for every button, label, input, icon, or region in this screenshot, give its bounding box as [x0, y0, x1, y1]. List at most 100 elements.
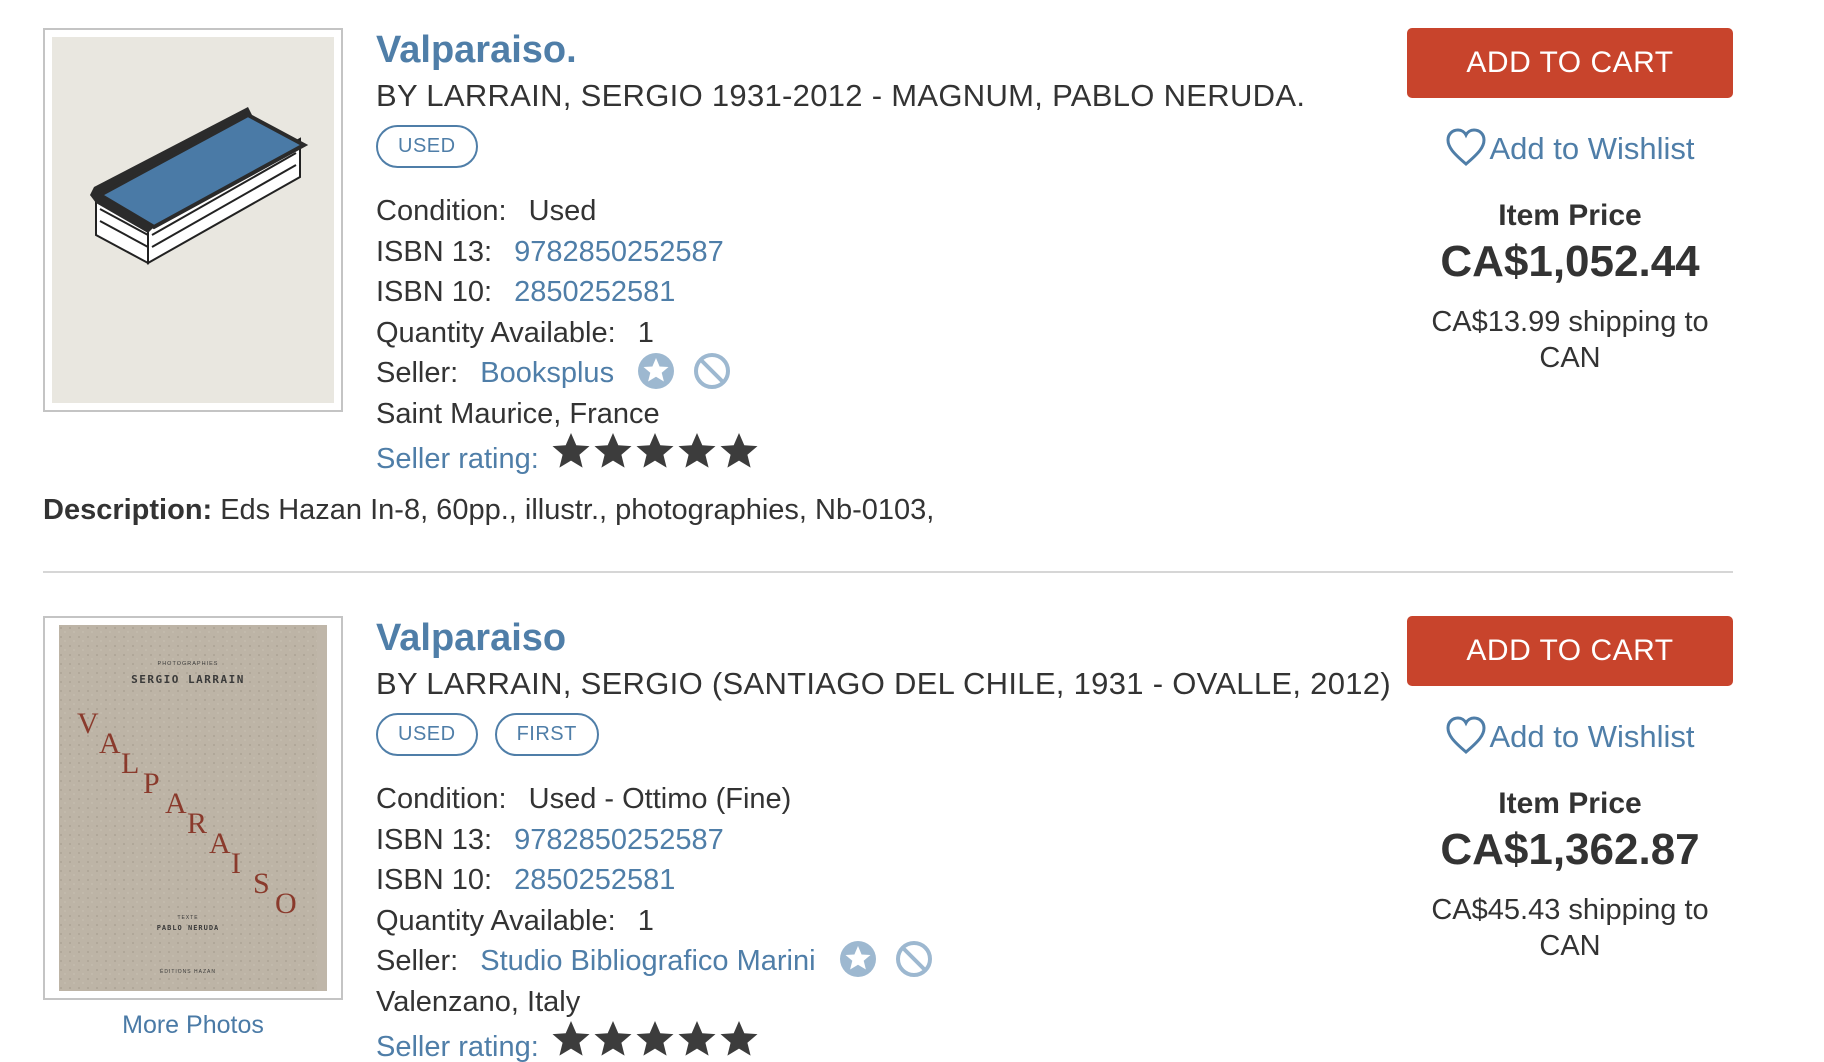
condition-row: Condition: Used [376, 191, 1406, 232]
quantity-value: 1 [637, 316, 654, 349]
wishlist-label: Add to Wishlist [1489, 719, 1695, 754]
wishlist-label: Add to Wishlist [1489, 131, 1695, 166]
tag-first: FIRST [494, 713, 599, 756]
shipping-info: CA$13.99 shipping to CAN [1407, 304, 1733, 376]
star-icon [678, 1020, 716, 1056]
star-icon [552, 432, 590, 468]
condition-row: Condition: Used - Ottimo (Fine) [376, 779, 1406, 820]
cover-poet: PABLO NERUDA [157, 924, 220, 932]
book-cover-photo: PHOTOGRAPHIES SERGIO LARRAIN VALPARAISO … [59, 625, 327, 991]
purchase-panel: ADD TO CART Add to Wishlist Item Price C… [1407, 28, 1733, 376]
shipping-info: CA$45.43 shipping to CAN [1407, 892, 1733, 964]
condition-label: Condition: [376, 783, 507, 815]
quantity-label: Quantity Available: [376, 316, 616, 349]
seller-rating-link[interactable]: Seller rating: [376, 443, 539, 475]
isbn13-row: ISBN 13: 9782850252587 [376, 232, 1406, 273]
favorite-seller-icon[interactable] [636, 351, 676, 391]
isbn10-label: ISBN 10: [376, 864, 493, 896]
more-photos-link[interactable]: More Photos [43, 1011, 343, 1040]
condition-label: Condition: [376, 195, 507, 227]
isbn13-label: ISBN 13: [376, 823, 493, 856]
add-to-wishlist-link[interactable]: Add to Wishlist [1407, 714, 1733, 760]
isbn13-link[interactable]: 9782850252587 [514, 236, 724, 268]
seller-link[interactable]: Studio Bibliografico Marini [480, 945, 815, 977]
star-icon [594, 432, 632, 468]
cover-author: SERGIO LARRAIN [131, 673, 245, 686]
seller-rating-stars [551, 1019, 761, 1062]
purchase-panel: ADD TO CART Add to Wishlist Item Price C… [1407, 616, 1733, 964]
cover-title-letter: P [143, 767, 160, 800]
cover-title-letter: I [231, 847, 241, 880]
book-title-link[interactable]: Valparaiso [376, 616, 566, 660]
tag-list: USED [376, 125, 1406, 171]
book-thumbnail[interactable]: PHOTOGRAPHIES SERGIO LARRAIN VALPARAISO … [43, 616, 343, 1000]
book-thumbnail[interactable] [43, 28, 343, 412]
isbn10-link[interactable]: 2850252581 [514, 864, 675, 896]
seller-row: Seller: Studio Bibliografico Marini [376, 941, 1406, 982]
star-icon [594, 1020, 632, 1056]
item-price-label: Item Price [1498, 199, 1642, 232]
item-price: CA$1,052.44 [1440, 237, 1700, 286]
star-icon [720, 1020, 758, 1056]
favorite-seller-icon[interactable] [838, 939, 878, 979]
add-to-wishlist-link[interactable]: Add to Wishlist [1407, 126, 1733, 172]
shipping-destination: CAN [1539, 930, 1601, 962]
book-title-link[interactable]: Valparaiso. [376, 28, 577, 72]
shipping-destination: CAN [1539, 342, 1601, 374]
add-to-cart-button[interactable]: ADD TO CART [1407, 616, 1733, 686]
seller-rating-row: Seller rating: [376, 1020, 1406, 1062]
isbn10-row: ISBN 10: 2850252581 [376, 272, 1406, 313]
cover-title-letter: A [209, 827, 231, 860]
book-author: BY LARRAIN, SERGIO 1931-2012 - MAGNUM, P… [376, 78, 1306, 113]
tag-used: USED [376, 713, 478, 756]
quantity-row: Quantity Available: 1 [376, 901, 1406, 942]
star-icon [720, 432, 758, 468]
isbn10-link[interactable]: 2850252581 [514, 276, 675, 308]
description-text: Eds Hazan In-8, 60pp., illustr., photogr… [220, 494, 935, 526]
star-icon [636, 432, 674, 468]
seller-label: Seller: [376, 945, 459, 977]
listing-info: Valparaiso. BY LARRAIN, SERGIO 1931-2012… [376, 28, 1406, 486]
quantity-label: Quantity Available: [376, 904, 616, 937]
star-icon [678, 432, 716, 468]
block-seller-icon[interactable] [692, 351, 732, 391]
seller-rating-link[interactable]: Seller rating: [376, 1031, 539, 1062]
star-icon [552, 1020, 590, 1056]
cover-title-letter: A [99, 727, 121, 760]
quantity-value: 1 [637, 904, 654, 937]
cover-title-letter: S [253, 867, 270, 900]
cover-top-small: PHOTOGRAPHIES [158, 661, 219, 667]
cover-texts: TEXTE [177, 915, 198, 921]
seller-location: Saint Maurice, France [376, 398, 660, 431]
cover-title-letter: V [77, 707, 99, 740]
cover-title-letter: L [121, 747, 139, 780]
seller-location: Valenzano, Italy [376, 986, 581, 1019]
star-icon [636, 1020, 674, 1056]
book-placeholder-image [52, 37, 334, 403]
cover-title-letter: O [275, 887, 297, 920]
cover-title-letter: R [187, 807, 207, 840]
quantity-row: Quantity Available: 1 [376, 313, 1406, 354]
listing-divider [43, 571, 1733, 573]
block-seller-icon[interactable] [894, 939, 934, 979]
listing-info: Valparaiso BY LARRAIN, SERGIO (SANTIAGO … [376, 616, 1406, 1062]
heart-icon [1446, 128, 1486, 166]
cover-title-letter: A [165, 787, 187, 820]
description-label: Description: [43, 494, 213, 526]
shipping-cost: CA$45.43 shipping to [1431, 894, 1709, 926]
add-to-cart-button[interactable]: ADD TO CART [1407, 28, 1733, 98]
isbn10-label: ISBN 10: [376, 276, 493, 308]
cover-art: PHOTOGRAPHIES SERGIO LARRAIN VALPARAISO … [59, 625, 317, 991]
shipping-cost: CA$13.99 shipping to [1431, 306, 1709, 338]
description: Description: Eds Hazan In-8, 60pp., illus… [43, 494, 934, 527]
seller-rating-stars [551, 431, 761, 483]
seller-rating-row: Seller rating: [376, 432, 1406, 487]
seller-link[interactable]: Booksplus [480, 357, 614, 389]
tag-list: USED FIRST [376, 713, 1406, 759]
seller-label: Seller: [376, 357, 459, 389]
isbn13-link[interactable]: 9782850252587 [514, 824, 724, 856]
item-price: CA$1,362.87 [1440, 825, 1700, 874]
tag-used: USED [376, 125, 478, 168]
seller-row: Seller: Booksplus [376, 353, 1406, 394]
book-author: BY LARRAIN, SERGIO (SANTIAGO DEL CHILE, … [376, 666, 1391, 701]
